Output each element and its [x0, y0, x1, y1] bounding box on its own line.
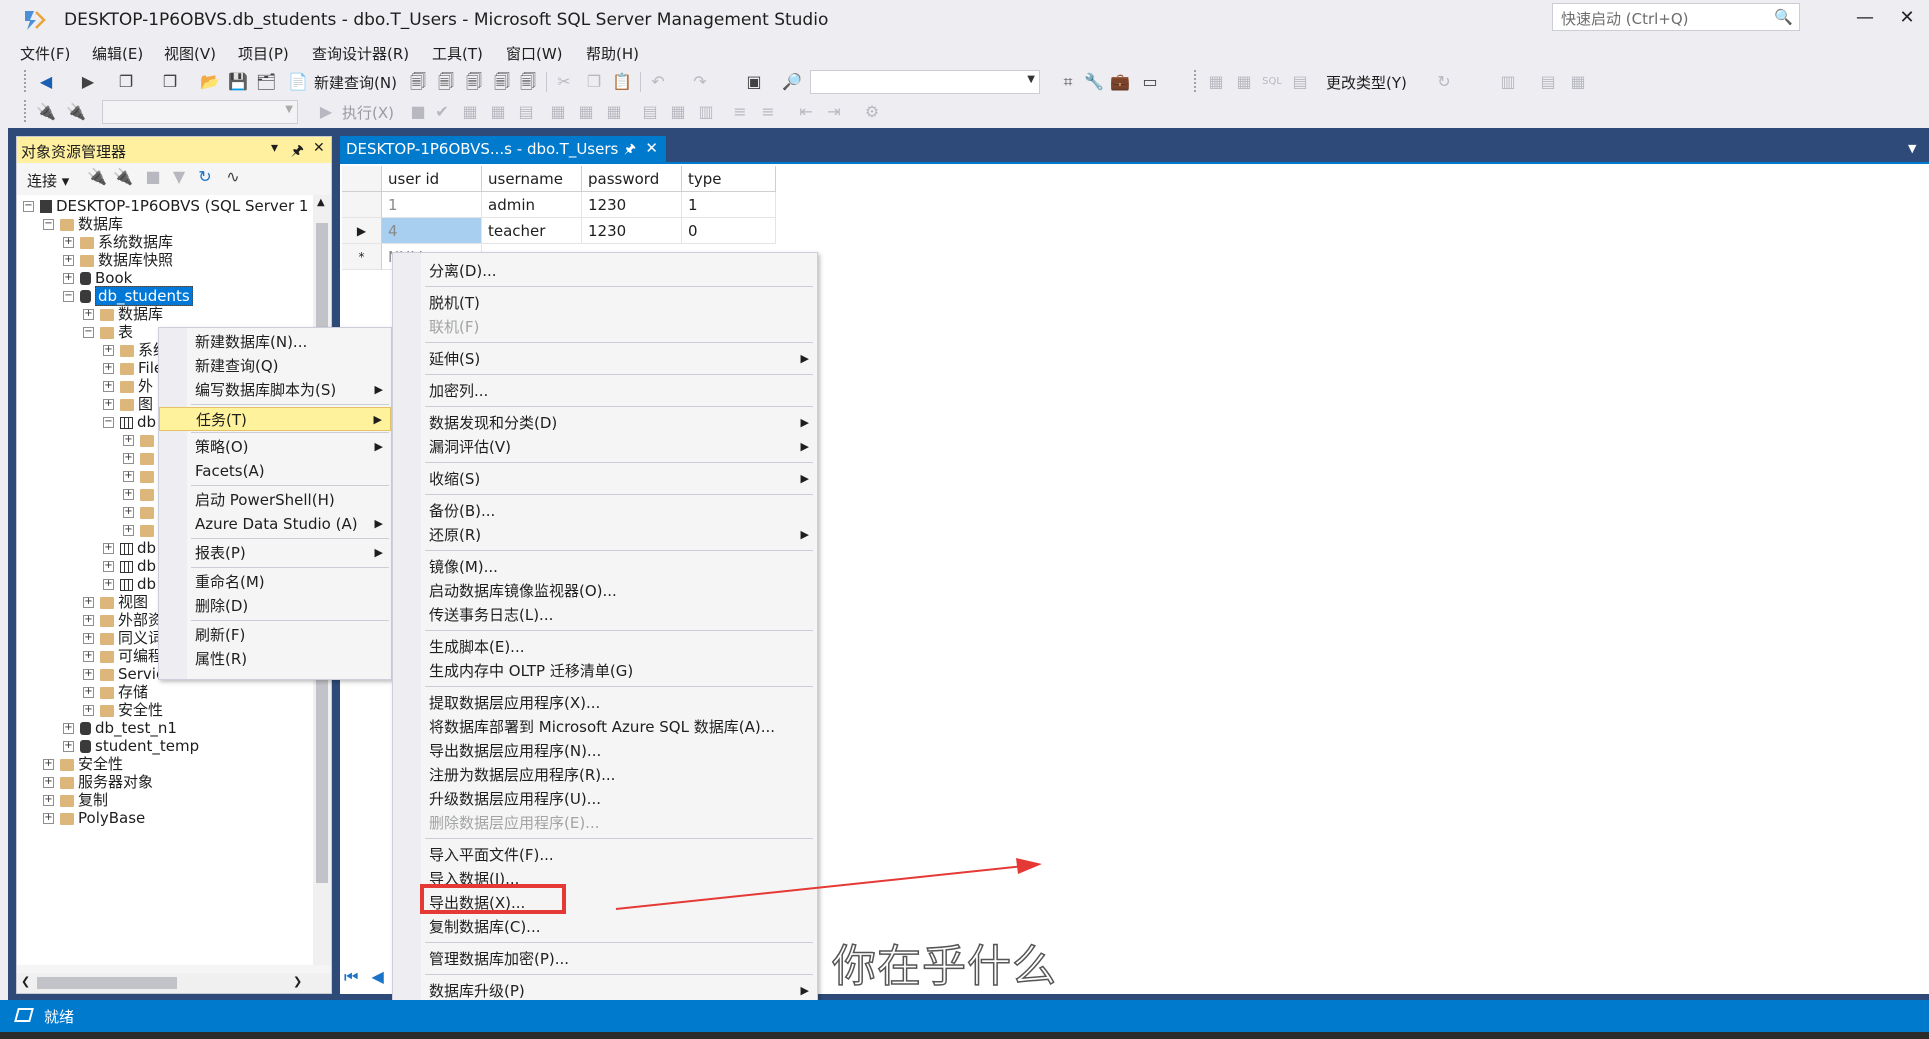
annotation-arrow [615, 858, 1042, 910]
taskbar-strip [0, 1032, 1929, 1039]
status-text: 就绪 [44, 1008, 75, 1026]
status-icon [14, 1008, 34, 1022]
video-subtitle: 你在乎什么 [831, 940, 1057, 993]
status-bar: 就绪 [0, 1000, 1929, 1032]
